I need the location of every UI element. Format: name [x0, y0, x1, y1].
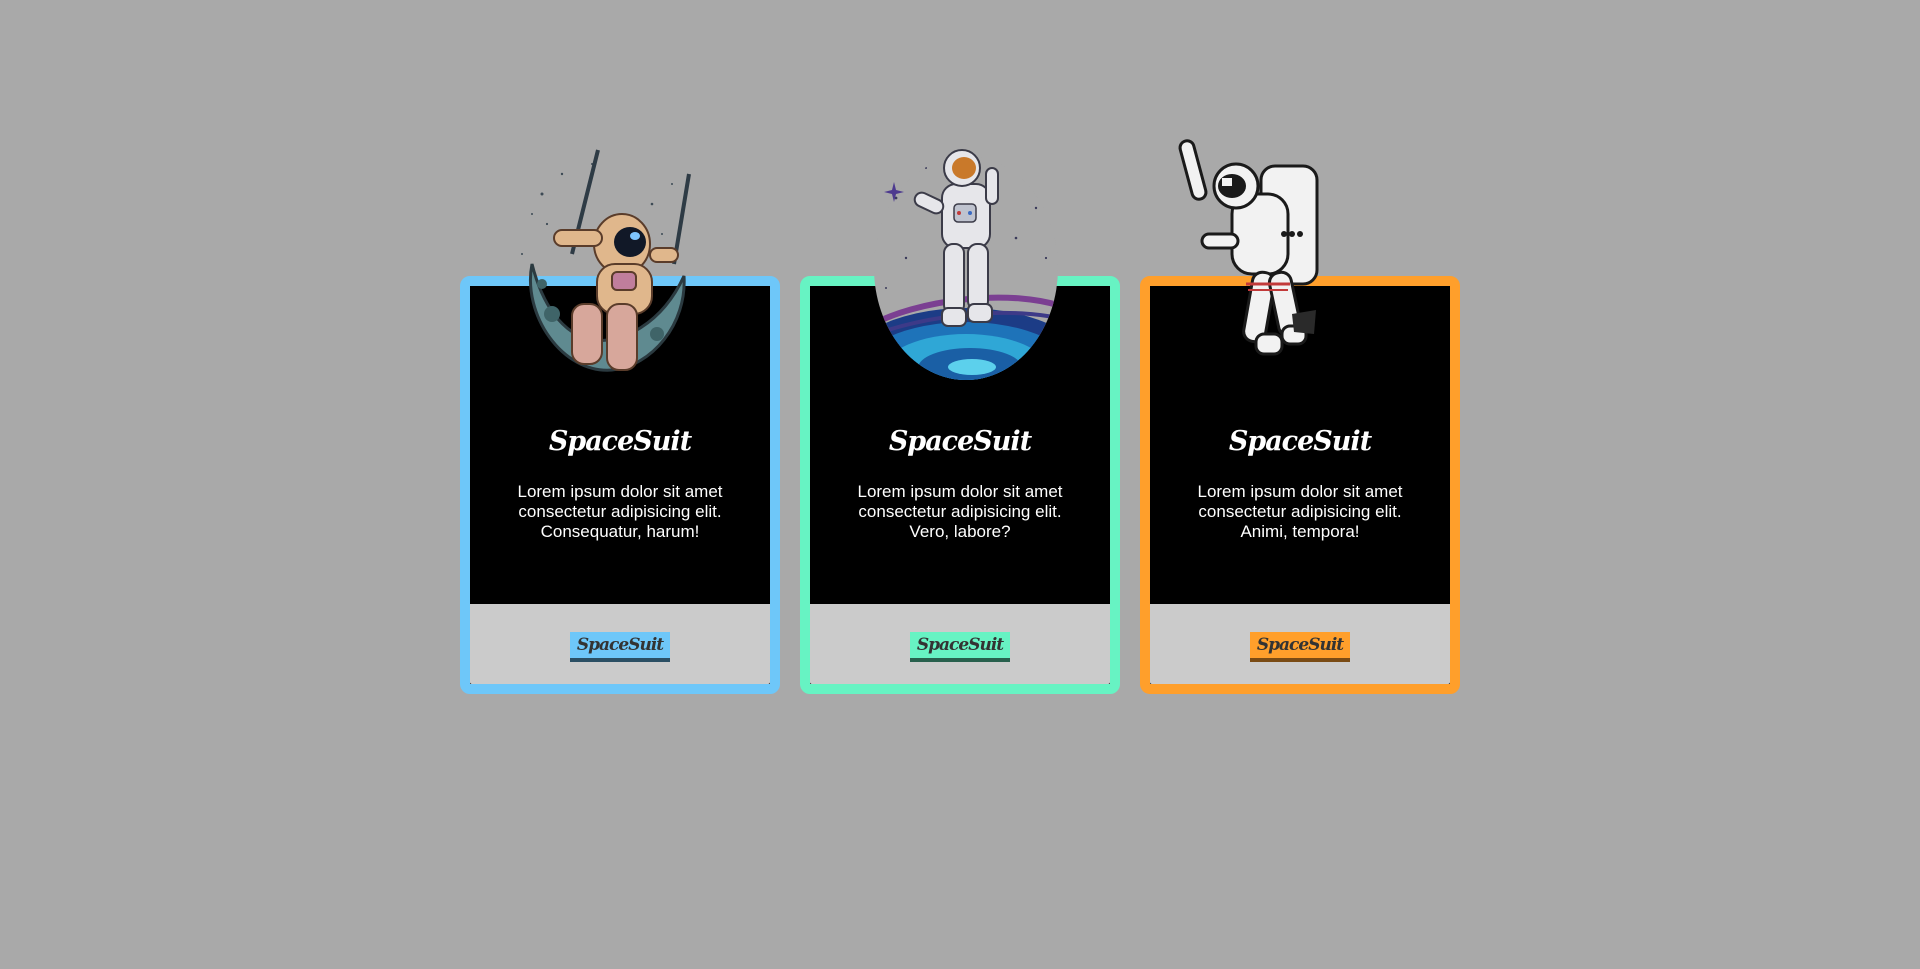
card-gallery: SpaceSuit Lorem ipsum dolor sit amet con…: [0, 0, 1920, 969]
spacesuit-button[interactable]: SpaceSuit: [910, 632, 1010, 662]
card-title: SpaceSuit: [548, 426, 692, 457]
card-footer: SpaceSuit: [1150, 604, 1450, 684]
astronaut-on-moon-swing-illustration: [521, 149, 691, 372]
spacesuit-button[interactable]: SpaceSuit: [1250, 632, 1350, 662]
astronaut-galaxy-illustration: [874, 149, 1058, 380]
card-description: Lorem ipsum dolor sit amet consectetur a…: [517, 482, 723, 541]
card-footer: SpaceSuit: [470, 604, 770, 684]
floating-astronaut-illustration: [1178, 139, 1319, 356]
card-description: Lorem ipsum dolor sit amet consectetur a…: [857, 482, 1063, 541]
card-title: SpaceSuit: [888, 426, 1032, 457]
spacesuit-button[interactable]: SpaceSuit: [570, 632, 670, 662]
card-footer: SpaceSuit: [810, 604, 1110, 684]
card-title: SpaceSuit: [1228, 426, 1372, 457]
card-description: Lorem ipsum dolor sit amet consectetur a…: [1197, 482, 1403, 541]
